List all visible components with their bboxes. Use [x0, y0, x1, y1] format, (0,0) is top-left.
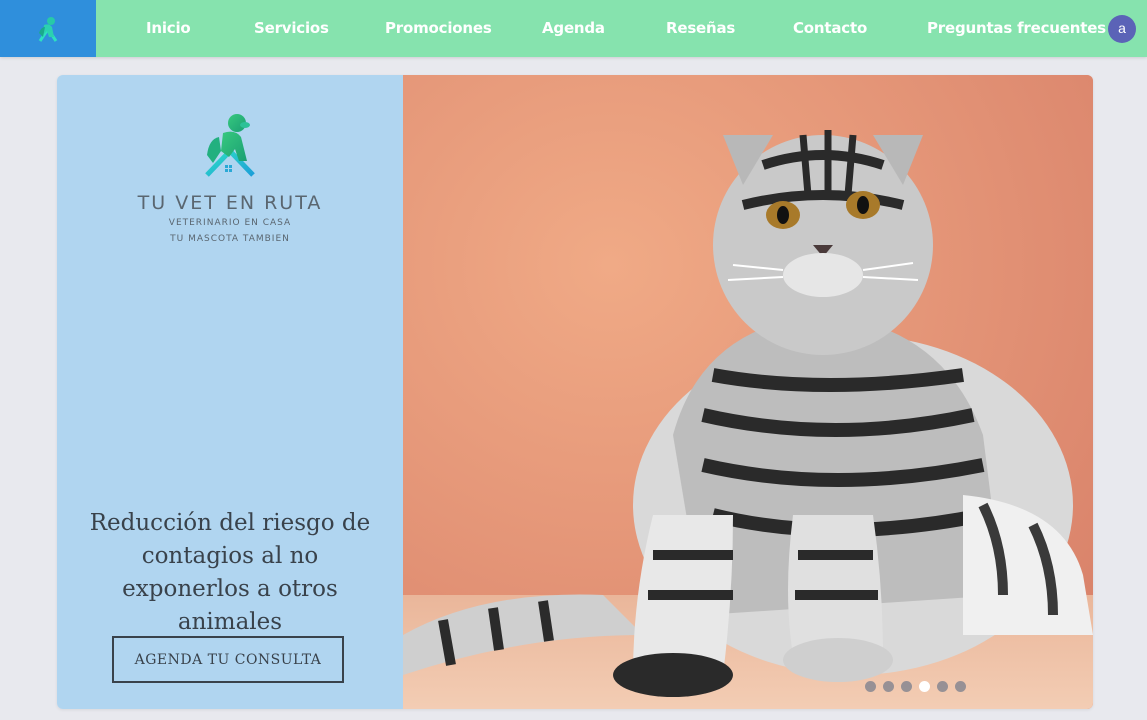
carousel-dot[interactable]	[955, 681, 966, 692]
brand-tagline: VETERINARIO EN CASA	[168, 218, 292, 228]
nav-servicios[interactable]: Servicios	[254, 0, 329, 57]
nav-preguntas-frecuentes[interactable]: Preguntas frecuentes	[927, 0, 1106, 57]
brand-name: TU VET EN RUTA	[137, 192, 323, 214]
dog-house-logo-icon	[205, 114, 255, 177]
main-nav: Inicio Servicios Promociones Agenda Rese…	[96, 0, 1147, 57]
brand-tagline: TU MASCOTA TAMBIEN	[170, 234, 290, 244]
carousel-dot-active[interactable]	[919, 681, 930, 692]
home-logo[interactable]	[0, 0, 96, 57]
top-navigation-bar: Inicio Servicios Promociones Agenda Rese…	[0, 0, 1147, 57]
nav-agenda[interactable]: Agenda	[542, 0, 605, 57]
brand-block: TU VET EN RUTA VETERINARIO EN CASA TU MA…	[57, 111, 403, 246]
hero-carousel: TU VET EN RUTA VETERINARIO EN CASA TU MA…	[57, 75, 1093, 709]
carousel-dot[interactable]	[937, 681, 948, 692]
carousel-dot[interactable]	[865, 681, 876, 692]
nav-inicio[interactable]: Inicio	[146, 0, 191, 57]
user-avatar[interactable]: a	[1108, 15, 1136, 43]
hero-headline: Reducción del riesgo de contagios al no …	[89, 510, 371, 635]
nav-resenas[interactable]: Reseñas	[666, 0, 735, 57]
nav-promociones[interactable]: Promociones	[385, 0, 492, 57]
carousel-dot[interactable]	[883, 681, 894, 692]
agenda-consulta-button[interactable]: AGENDA TU CONSULTA	[112, 636, 344, 683]
cat-photo	[403, 75, 1093, 709]
cat-illustration	[403, 75, 1093, 709]
carousel-dot[interactable]	[901, 681, 912, 692]
nav-contacto[interactable]: Contacto	[793, 0, 867, 57]
dog-house-logo-icon	[38, 16, 58, 42]
hero-text-panel: TU VET EN RUTA VETERINARIO EN CASA TU MA…	[57, 75, 403, 709]
